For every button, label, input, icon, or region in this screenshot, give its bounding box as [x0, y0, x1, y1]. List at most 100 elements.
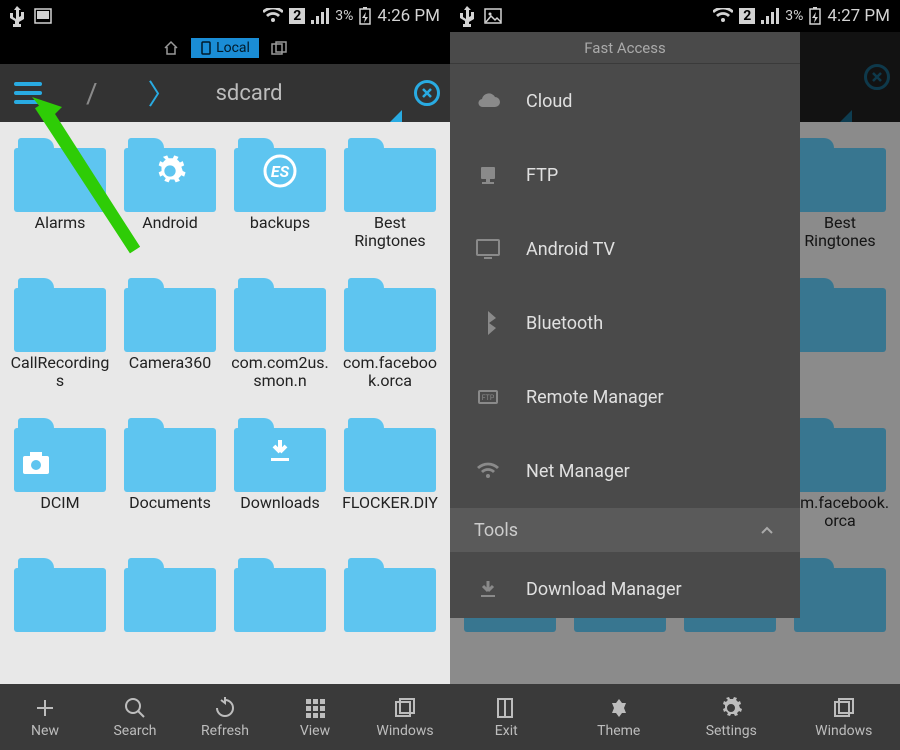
- bb-label: View: [300, 723, 330, 739]
- clock-text: 4:27 PM: [827, 6, 890, 26]
- tv-icon: [474, 235, 502, 263]
- folder-item[interactable]: Camera360: [115, 272, 225, 412]
- folder-item[interactable]: Best Ringtones: [335, 132, 445, 272]
- folder-icon: [794, 138, 886, 210]
- folder-item[interactable]: [115, 552, 225, 684]
- home-icon[interactable]: [163, 40, 179, 56]
- download-icon: [474, 575, 502, 603]
- cloud-icon: [474, 87, 502, 115]
- folder-item[interactable]: [785, 552, 895, 684]
- folder-item[interactable]: [785, 272, 895, 412]
- drawer-item-label: Android TV: [526, 239, 615, 260]
- folder-item[interactable]: Alarms: [5, 132, 115, 272]
- bb-label: Exit: [495, 723, 518, 739]
- view-button[interactable]: View: [270, 695, 360, 739]
- folder-item[interactable]: om.facebook.orca: [785, 412, 895, 552]
- navigation-drawer: Fast Access CloudFTPAndroid TVBluetoothF…: [450, 32, 800, 618]
- folder-item[interactable]: Downloads: [225, 412, 335, 552]
- bb-label: New: [31, 723, 59, 739]
- folder-icon: [794, 278, 886, 350]
- folder-label: DCIM: [40, 494, 79, 530]
- drawer-item-remote-manager[interactable]: FTPRemote Manager: [450, 360, 800, 434]
- windows-small-icon[interactable]: [271, 41, 287, 55]
- chevron-up-icon: [758, 521, 776, 539]
- folder-item[interactable]: com.com2us.smon.n: [225, 272, 335, 412]
- folder-item[interactable]: [5, 552, 115, 684]
- sim-badge: 2: [289, 8, 305, 24]
- theme-button[interactable]: Theme: [563, 695, 676, 739]
- folder-item[interactable]: FLOCKER.DIY: [335, 412, 445, 552]
- bluetooth-icon: [474, 309, 502, 337]
- folder-icon: [234, 278, 326, 350]
- ftp-icon: [474, 161, 502, 189]
- new-button[interactable]: New: [0, 695, 90, 739]
- folder-item[interactable]: ES backups: [225, 132, 335, 272]
- settings-button[interactable]: Settings: [675, 695, 788, 739]
- folder-item[interactable]: Best Ringtones: [785, 132, 895, 272]
- folder-label: Android: [142, 214, 198, 250]
- svg-text:FTP: FTP: [482, 394, 495, 402]
- drawer-section-tools[interactable]: Tools: [450, 508, 800, 552]
- folder-item[interactable]: CallRecordings: [5, 272, 115, 412]
- hamburger-menu[interactable]: [10, 75, 46, 111]
- drawer-item-label: Cloud: [526, 91, 572, 112]
- drawer-item-net-manager[interactable]: Net Manager: [450, 434, 800, 508]
- close-tab-button[interactable]: [414, 80, 440, 106]
- folder-icon: [344, 558, 436, 630]
- cast-icon: [34, 8, 52, 24]
- drawer-item-android-tv[interactable]: Android TV: [450, 212, 800, 286]
- refresh-icon: [212, 695, 238, 721]
- bb-label: Settings: [706, 723, 757, 739]
- local-tab[interactable]: Local: [191, 38, 259, 58]
- folder-label: Alarms: [35, 214, 86, 250]
- folder-icon: [794, 558, 886, 630]
- folder-grid: Alarms Android ES backups Best Ringtones…: [0, 122, 450, 684]
- folder-label: com.facebook.orca: [340, 354, 440, 390]
- drawer-item-download-manager[interactable]: Download Manager: [450, 552, 800, 626]
- wifi-icon: [263, 8, 283, 24]
- windows-button[interactable]: Windows: [788, 695, 900, 739]
- battery-icon: [809, 7, 821, 25]
- folder-label: Camera360: [129, 354, 211, 390]
- refresh-button[interactable]: Refresh: [180, 695, 270, 739]
- drawer-item-cloud[interactable]: Cloud: [450, 64, 800, 138]
- sim-badge: 2: [739, 8, 755, 24]
- windows-button[interactable]: Windows: [360, 695, 450, 739]
- folder-item[interactable]: com.facebook.orca: [335, 272, 445, 412]
- drawer-item-ftp[interactable]: FTP: [450, 138, 800, 212]
- search-button[interactable]: Search: [90, 695, 180, 739]
- folder-icon: [344, 278, 436, 350]
- folder-label: Best Ringtones: [790, 214, 890, 250]
- drawer-item-label: Net Manager: [526, 461, 630, 482]
- dropdown-indicator-icon[interactable]: [390, 110, 402, 122]
- exit-button[interactable]: Exit: [450, 695, 563, 739]
- signal-icon: [311, 8, 329, 24]
- folder-item[interactable]: [225, 552, 335, 684]
- title-bar: Local: [0, 32, 450, 64]
- wifi-icon: [713, 8, 733, 24]
- folder-icon: [344, 418, 436, 490]
- phone-right: 2 3% 4:27 PM: [450, 0, 900, 750]
- folder-item[interactable]: Documents: [115, 412, 225, 552]
- exit-icon: [493, 695, 519, 721]
- folder-icon: [234, 418, 326, 490]
- svg-text:ES: ES: [271, 162, 290, 181]
- usb-icon: [10, 5, 24, 27]
- folder-icon: [14, 558, 106, 630]
- search-icon: [122, 695, 148, 721]
- folder-icon: [344, 138, 436, 210]
- folder-item[interactable]: Android: [115, 132, 225, 272]
- status-bar: 2 3% 4:27 PM: [450, 0, 900, 32]
- breadcrumb-current[interactable]: sdcard: [216, 81, 283, 106]
- folder-item[interactable]: [335, 552, 445, 684]
- bb-label: Refresh: [201, 723, 249, 739]
- folder-label: Documents: [129, 494, 211, 530]
- bb-label: Windows: [815, 723, 872, 739]
- bb-label: Theme: [597, 723, 640, 739]
- folder-item[interactable]: DCIM: [5, 412, 115, 552]
- wifi-icon: [474, 457, 502, 485]
- drawer-item-bluetooth[interactable]: Bluetooth: [450, 286, 800, 360]
- folder-icon: [124, 278, 216, 350]
- breadcrumb-root[interactable]: /: [86, 77, 98, 110]
- battery-icon: [359, 7, 371, 25]
